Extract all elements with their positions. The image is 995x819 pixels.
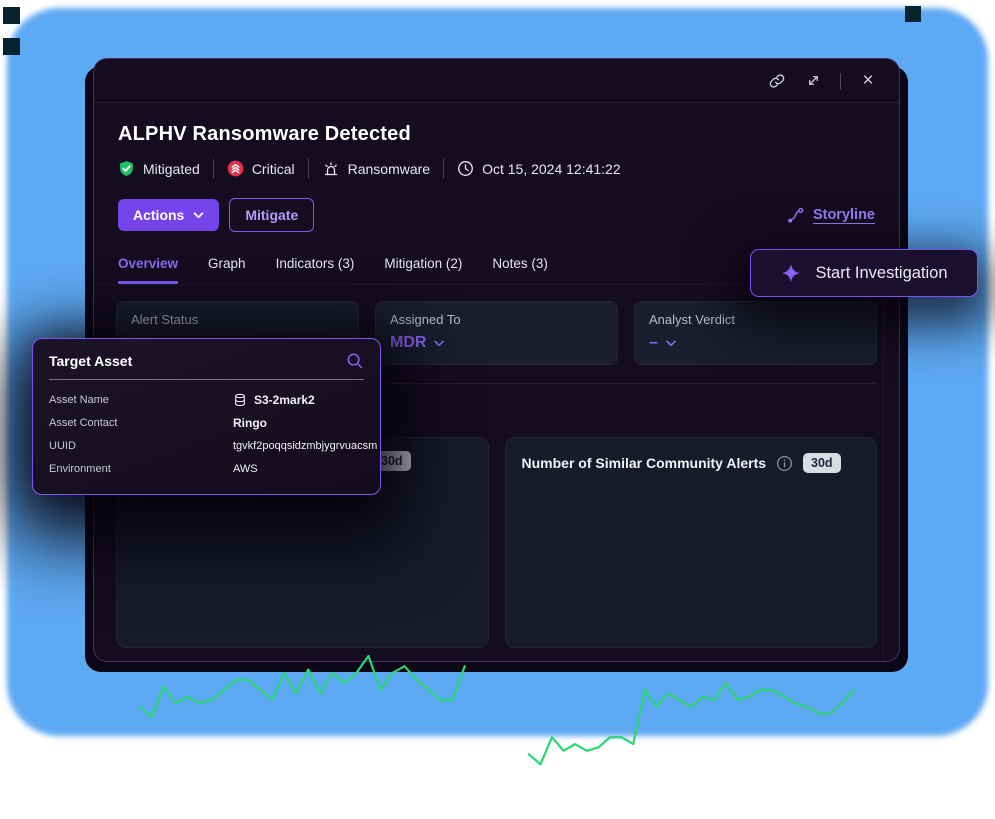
severity-badge-critical: Critical xyxy=(227,160,295,177)
modal-topbar: × xyxy=(94,59,899,103)
assigned-to-dropdown[interactable]: MDR xyxy=(390,334,603,352)
threat-type-label: Ransomware xyxy=(348,161,430,177)
target-asset-header: Target Asset xyxy=(33,339,380,379)
clock-icon xyxy=(457,160,474,177)
search-icon[interactable] xyxy=(346,352,364,370)
decor-square xyxy=(905,6,921,22)
field-label: Analyst Verdict xyxy=(649,312,862,327)
mitigate-button[interactable]: Mitigate xyxy=(229,198,314,232)
uuid-value: tgvkf2poqqsidzmbjygrvuacsm xyxy=(233,440,377,452)
tab-overview[interactable]: Overview xyxy=(118,256,178,284)
start-investigation-button[interactable]: Start Investigation xyxy=(750,249,978,297)
tab-notes[interactable]: Notes (3) xyxy=(492,256,548,284)
sparkle-icon xyxy=(780,262,802,284)
asset-name-value: S3-2mark2 xyxy=(233,393,315,407)
siren-icon xyxy=(322,160,340,178)
database-icon xyxy=(233,393,247,407)
chart-header: Number of Similar Community Alerts 30d xyxy=(522,452,861,474)
asset-contact-row: Asset Contact Ringo xyxy=(49,411,364,434)
tab-mitigation[interactable]: Mitigation (2) xyxy=(384,256,462,284)
target-asset-title: Target Asset xyxy=(49,353,132,369)
field-label: Alert Status xyxy=(131,312,344,327)
badge-separator xyxy=(213,159,214,178)
expand-icon xyxy=(806,73,821,88)
community-alerts-chart-card: Number of Similar Community Alerts 30d xyxy=(505,437,878,648)
storyline-icon xyxy=(786,206,805,225)
target-asset-popup: Target Asset Asset Name S3-2mark2 Asset … xyxy=(32,338,381,495)
start-investigation-label: Start Investigation xyxy=(815,264,947,283)
chevron-down-icon xyxy=(193,212,204,219)
action-button-row: Actions Mitigate Storyline xyxy=(118,198,875,232)
row-label: Environment xyxy=(49,463,233,475)
decor-square xyxy=(3,38,20,55)
asset-contact-value: Ringo xyxy=(233,416,267,430)
row-label: Asset Name xyxy=(49,394,233,406)
page-title: ALPHV Ransomware Detected xyxy=(118,123,875,146)
chart-title: Number of Similar Community Alerts xyxy=(522,455,767,471)
severity-critical-icon xyxy=(227,160,244,177)
tab-indicators[interactable]: Indicators (3) xyxy=(276,256,355,284)
decor-square xyxy=(3,7,20,24)
asset-name-row: Asset Name S3-2mark2 xyxy=(49,388,364,411)
row-label: Asset Contact xyxy=(49,417,233,429)
alert-badges: Mitigated Critical xyxy=(118,159,875,178)
field-label: Assigned To xyxy=(390,312,603,327)
status-badge-label: Mitigated xyxy=(143,161,200,177)
target-asset-rows: Asset Name S3-2mark2 Asset Contact Ringo… xyxy=(33,380,380,488)
range-badge-30d: 30d xyxy=(803,453,841,473)
tab-graph[interactable]: Graph xyxy=(208,256,246,284)
severity-badge-label: Critical xyxy=(252,161,295,177)
environment-value: AWS xyxy=(233,463,258,475)
chevron-down-icon xyxy=(666,340,676,347)
chevron-down-icon xyxy=(434,340,444,347)
topbar-divider xyxy=(840,73,841,89)
actions-dropdown-button[interactable]: Actions xyxy=(118,199,219,231)
row-label: UUID xyxy=(49,440,233,452)
timestamp-label: Oct 15, 2024 12:41:22 xyxy=(482,161,621,177)
badge-separator xyxy=(308,159,309,178)
status-badge-mitigated: Mitigated xyxy=(118,160,200,177)
info-icon[interactable] xyxy=(776,455,793,472)
shield-check-icon xyxy=(118,160,135,177)
link-icon xyxy=(769,73,785,89)
threat-type-badge: Ransomware xyxy=(322,160,430,178)
analyst-verdict-dropdown[interactable]: – xyxy=(649,334,862,352)
timestamp-badge: Oct 15, 2024 12:41:22 xyxy=(457,160,621,177)
environment-row: Environment AWS xyxy=(49,457,364,480)
scrollbar-track[interactable] xyxy=(883,301,884,661)
badge-separator xyxy=(443,159,444,178)
close-icon: × xyxy=(862,71,873,90)
copy-link-button[interactable] xyxy=(768,72,786,90)
line-chart xyxy=(133,480,472,819)
analyst-verdict-card: Analyst Verdict – xyxy=(634,301,877,365)
assigned-to-card: Assigned To MDR xyxy=(375,301,618,365)
uuid-row: UUID tgvkf2poqqsidzmbjygrvuacsm xyxy=(49,434,364,457)
close-button[interactable]: × xyxy=(859,72,877,90)
line-chart xyxy=(522,480,861,819)
expand-button[interactable] xyxy=(804,72,822,90)
storyline-link[interactable]: Storyline xyxy=(786,206,875,225)
